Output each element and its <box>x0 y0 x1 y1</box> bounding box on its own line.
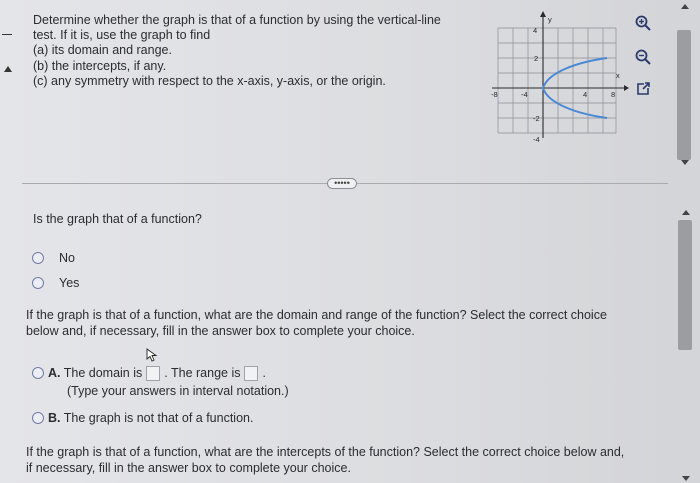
option-yes-label[interactable]: Yes <box>59 276 79 290</box>
lower-scrollbar-thumb[interactable] <box>678 220 692 350</box>
y-axis-arrow-icon <box>540 11 546 17</box>
x-tick-label: -4 <box>521 90 528 99</box>
y-tick-label: -2 <box>533 114 540 123</box>
domain-answer-box[interactable] <box>146 366 161 382</box>
scroll-up-arrow-icon[interactable] <box>682 210 690 215</box>
option-a-text: The domain is <box>63 366 143 380</box>
x-tick-label: 8 <box>611 90 615 99</box>
option-a-letter: A. <box>48 366 61 380</box>
upper-scrollbar-thumb[interactable] <box>677 30 691 160</box>
part2-prompt-line: below and, if necessary, fill in the ans… <box>26 324 415 338</box>
part2-prompt-line: If the graph is that of a function, what… <box>26 308 607 322</box>
option-no-label[interactable]: No <box>59 251 75 265</box>
option-b-letter: B. <box>48 411 61 425</box>
option-a-text: . The range is <box>164 366 241 380</box>
zoom-out-icon[interactable] <box>632 46 654 68</box>
part3-prompt-line: If the graph is that of a function, what… <box>26 445 625 459</box>
y-axis-label: y <box>548 15 552 24</box>
scroll-down-arrow-icon[interactable] <box>682 476 690 481</box>
radio-yes[interactable] <box>32 277 44 289</box>
x-tick-label: 4 <box>583 90 587 99</box>
radio-option-b[interactable] <box>32 412 44 424</box>
collapse-dash-icon[interactable] <box>2 34 12 35</box>
y-tick-label: -4 <box>533 135 540 144</box>
scroll-up-arrow-icon[interactable] <box>681 4 689 9</box>
question-line: Determine whether the graph is that of a… <box>33 13 441 27</box>
collapse-arrow-icon[interactable] <box>4 66 12 72</box>
option-b-text: The graph is not that of a function. <box>63 411 254 425</box>
question-line: test. If it is, use the graph to find <box>33 28 211 43</box>
graph-tools <box>630 10 660 100</box>
function-graph: x y -8 -4 4 8 4 2 -2 -4 <box>491 11 629 144</box>
y-tick-label: 2 <box>534 54 538 63</box>
scroll-down-arrow-icon[interactable] <box>681 160 689 165</box>
pop-out-icon[interactable] <box>632 78 654 100</box>
option-a[interactable]: A. The domain is . The range is. <box>48 366 266 382</box>
radio-option-a[interactable] <box>32 367 44 379</box>
question-line: (c) any symmetry with respect to the x-a… <box>33 73 386 88</box>
question-line: (a) its domain and range. <box>33 43 172 58</box>
mouse-cursor-icon <box>146 348 158 362</box>
y-tick-label: 4 <box>533 26 537 35</box>
range-answer-box[interactable] <box>244 366 259 382</box>
expand-ellipsis-button[interactable]: ••••• <box>327 178 357 189</box>
x-tick-label: -8 <box>491 90 498 99</box>
x-axis-label: x <box>616 71 620 80</box>
radio-no[interactable] <box>32 252 44 264</box>
left-edge <box>0 0 20 483</box>
x-axis-arrow-icon <box>624 85 629 91</box>
option-a-text: . <box>262 366 266 380</box>
part3-prompt-line: if necessary, fill in the answer box to … <box>26 461 351 475</box>
zoom-in-icon[interactable] <box>632 12 654 34</box>
option-b[interactable]: B. The graph is not that of a function. <box>48 411 253 425</box>
option-a-hint: (Type your answers in interval notation.… <box>67 384 289 398</box>
question-text: Determine whether the graph is that of a… <box>33 13 441 89</box>
question-line: (b) the intercepts, if any. <box>33 58 167 73</box>
part1-prompt: Is the graph that of a function? <box>33 212 202 226</box>
